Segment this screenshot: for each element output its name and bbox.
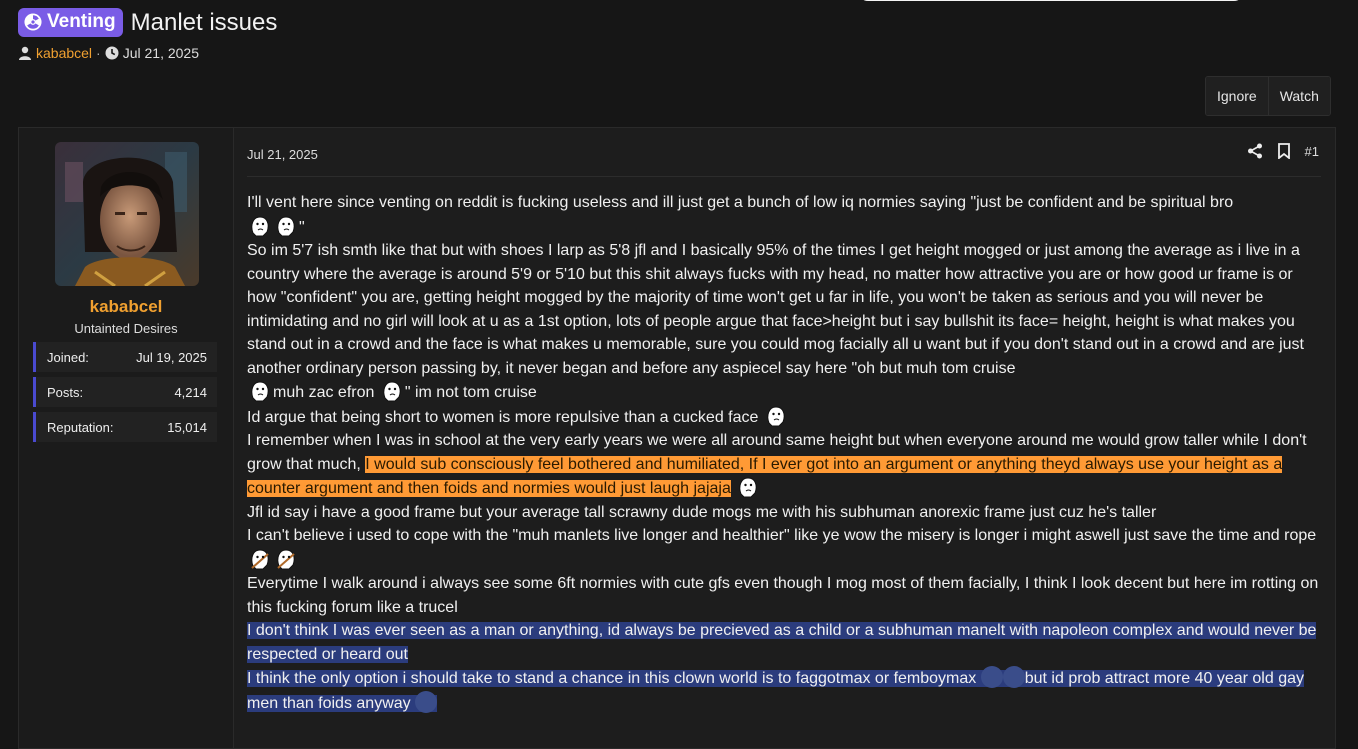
wojak-emoji-icon xyxy=(251,381,269,402)
thread-date-link[interactable]: Jul 21, 2025 xyxy=(123,45,199,61)
wojak-emoji-icon xyxy=(767,405,785,426)
radiation-icon xyxy=(24,13,42,31)
post-username[interactable]: kababcel xyxy=(19,297,233,317)
stat-label: Joined: xyxy=(47,349,89,365)
sad-emoji-icon xyxy=(1002,666,1025,688)
thread-action-buttons: Ignore Watch xyxy=(1205,76,1331,116)
post-text: So im 5'7 ish smth like that but with sh… xyxy=(247,242,1304,377)
bookmark-icon[interactable] xyxy=(1277,143,1291,159)
post-body: I'll vent here since venting on reddit i… xyxy=(247,191,1321,715)
thread-title: Manlet issues xyxy=(130,8,278,36)
post-actions: #1 xyxy=(1247,143,1319,159)
stat-label: Reputation: xyxy=(47,419,114,435)
rope-emoji-icon xyxy=(277,548,295,569)
thread-prefix-label: Venting xyxy=(47,11,116,32)
post-text: I'll vent here since venting on reddit i… xyxy=(247,194,1234,211)
thread-prefix-badge[interactable]: Venting xyxy=(18,8,123,37)
post-text: Id argue that being short to women is mo… xyxy=(247,408,759,426)
post-user-sidebar: kababcel Untainted Desires Joined: Jul 1… xyxy=(19,128,234,748)
wojak-emoji-icon xyxy=(251,215,269,236)
post-text: muh zac efron xyxy=(273,384,375,401)
post-text: " im not tom cruise xyxy=(404,384,537,401)
sad-emoji-icon xyxy=(415,690,438,713)
stat-value: 15,014 xyxy=(167,419,207,435)
post-date-link[interactable]: Jul 21, 2025 xyxy=(247,147,318,162)
stat-value: Jul 19, 2025 xyxy=(136,349,207,365)
stat-joined: Joined: Jul 19, 2025 xyxy=(33,342,217,372)
clock-icon xyxy=(105,46,119,60)
stat-reputation: Reputation: 15,014 xyxy=(33,412,217,442)
post-text: Everytime I walk around i always see som… xyxy=(247,575,1319,616)
meta-separator: · xyxy=(96,45,101,61)
thread-header: Venting Manlet issues xyxy=(18,8,277,37)
post-text: Jfl id say i have a good frame but your … xyxy=(247,503,1157,521)
highlighted-text: I would sub consciously feel bothered an… xyxy=(247,455,1283,497)
wojak-emoji-icon xyxy=(739,477,757,498)
wojak-emoji-icon xyxy=(383,381,401,402)
stat-label: Posts: xyxy=(47,384,84,400)
post-number-link[interactable]: #1 xyxy=(1305,144,1319,159)
search-bar[interactable] xyxy=(858,0,1244,1)
thread-meta: kababcel · Jul 21, 2025 xyxy=(18,45,199,61)
wojak-emoji-icon xyxy=(277,215,295,236)
stat-value: 4,214 xyxy=(174,384,207,400)
post-text: " xyxy=(299,218,305,236)
sad-emoji-icon xyxy=(980,666,1003,688)
highlighted-text-part: I think the only option i should take to… xyxy=(247,670,977,687)
watch-button[interactable]: Watch xyxy=(1267,77,1330,115)
post-container: kababcel Untainted Desires Joined: Jul 1… xyxy=(18,127,1336,749)
rope-emoji-icon xyxy=(251,548,269,569)
post-text: I can't believe i used to cope with the … xyxy=(247,527,1317,544)
highlighted-text: I think the only option i should take to… xyxy=(247,666,1304,713)
stat-posts: Posts: 4,214 xyxy=(33,377,217,407)
thread-author-link[interactable]: kababcel xyxy=(36,45,92,61)
avatar[interactable] xyxy=(55,142,199,286)
ignore-button[interactable]: Ignore xyxy=(1206,77,1268,115)
highlighted-text: I don't think I was ever seen as a man o… xyxy=(247,622,1317,663)
share-icon[interactable] xyxy=(1247,143,1263,159)
post-divider xyxy=(247,176,1321,177)
user-icon xyxy=(19,46,31,60)
user-title: Untainted Desires xyxy=(74,321,178,336)
